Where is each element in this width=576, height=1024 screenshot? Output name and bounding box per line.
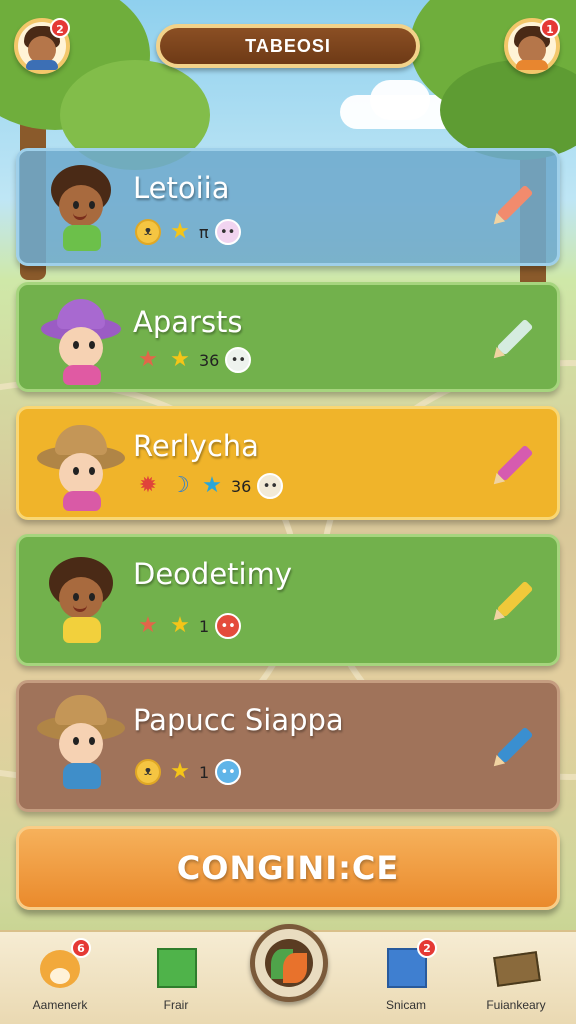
player-stats: ✹ ☽ ★ 36 •• — [135, 473, 284, 499]
star-icon: ★ — [170, 613, 190, 638]
player-name: Papucc Siappa — [133, 703, 344, 737]
notification-badge: 6 — [71, 938, 91, 958]
carrot-icon — [265, 939, 313, 987]
character-avatar — [37, 161, 123, 261]
player-stats: ᴥ ★ π •• — [135, 219, 241, 245]
nav-item-fuiankeary[interactable]: Fuiankeary — [466, 942, 566, 1012]
face-icon: •• — [215, 759, 242, 785]
pencil-icon — [496, 580, 534, 618]
edit-button[interactable] — [493, 181, 537, 225]
pencil-icon — [496, 318, 534, 356]
nav-label: Fuiankeary — [486, 998, 546, 1012]
character-avatar — [37, 295, 123, 395]
pencil-icon — [496, 444, 534, 482]
face-icon: •• — [215, 613, 242, 639]
player-name: Deodetimy — [133, 557, 293, 591]
nav-label: Snicam — [385, 998, 426, 1012]
edit-button[interactable] — [493, 723, 537, 767]
page-title: TABEOSI — [156, 24, 420, 68]
player-card[interactable]: Deodetimy ★ ★ 1 •• — [16, 534, 560, 666]
stat-value: π — [199, 222, 209, 242]
shirt — [26, 60, 58, 70]
notification-badge: 1 — [540, 18, 560, 38]
edit-button[interactable] — [493, 577, 537, 621]
fox-icon: 6 — [35, 938, 91, 992]
slipper-icon: ☽ — [170, 473, 190, 498]
player-card[interactable]: Aparsts ★ ★ 36 •• — [16, 282, 560, 392]
character-avatar — [37, 419, 125, 519]
player-name: Rerlycha — [133, 429, 259, 463]
player-avatar-left[interactable]: 2 — [14, 18, 70, 74]
pencil-icon — [496, 726, 534, 764]
nav-label: Aamenerk — [32, 998, 88, 1012]
face-icon: •• — [214, 219, 241, 245]
player-stats: ★ ★ 1 •• — [135, 613, 242, 639]
stat-value: 36 — [199, 350, 220, 370]
shirt — [516, 60, 548, 70]
cat-icon: ᴥ — [135, 219, 161, 245]
star-icon: ★ — [170, 347, 190, 372]
stat-value: 36 — [231, 476, 252, 496]
edit-button[interactable] — [493, 315, 537, 359]
character-avatar — [37, 553, 123, 653]
nav-item-snicam[interactable]: 2 Snicam — [356, 938, 456, 1012]
star-icon: ★ — [138, 613, 158, 638]
home-button[interactable] — [250, 924, 328, 1002]
star-icon: ★ — [170, 219, 190, 244]
bottom-nav: 6 Aamenerk Frair 2 Snicam Fuiankeary — [0, 924, 576, 1024]
cube-icon: 2 — [381, 938, 437, 992]
nav-label: Frair — [163, 998, 189, 1012]
player-name: Letoiia — [133, 171, 230, 205]
bug-icon: ✹ — [138, 473, 158, 498]
player-stats: ᴥ ★ 1 •• — [135, 759, 242, 785]
player-avatar-right[interactable]: 1 — [504, 18, 560, 74]
face-icon: •• — [225, 347, 252, 373]
pencil-icon — [496, 184, 534, 222]
player-name: Aparsts — [133, 305, 243, 339]
notification-badge: 2 — [50, 18, 70, 38]
box-icon — [151, 942, 201, 992]
star-icon: ★ — [202, 473, 222, 498]
character-avatar — [37, 689, 125, 789]
star-icon: ★ — [138, 347, 158, 372]
stat-value: 1 — [199, 762, 210, 782]
cat-icon: ᴥ — [135, 759, 161, 785]
star-icon: ★ — [170, 759, 190, 784]
player-card[interactable]: Letoiia ᴥ ★ π •• — [16, 148, 560, 266]
notification-badge: 2 — [417, 938, 437, 958]
player-stats: ★ ★ 36 •• — [135, 347, 252, 373]
player-card[interactable]: Rerlycha ✹ ☽ ★ 36 •• — [16, 406, 560, 520]
stat-value: 1 — [199, 616, 210, 636]
book-icon — [491, 942, 541, 992]
continue-button[interactable]: CONGINI:CE — [16, 826, 560, 910]
nav-item-frair[interactable]: Frair — [126, 942, 226, 1012]
player-card[interactable]: Papucc Siappa ᴥ ★ 1 •• — [16, 680, 560, 812]
nav-item-aamenerk[interactable]: 6 Aamenerk — [10, 938, 110, 1012]
edit-button[interactable] — [493, 441, 537, 485]
face-icon: •• — [257, 473, 284, 499]
